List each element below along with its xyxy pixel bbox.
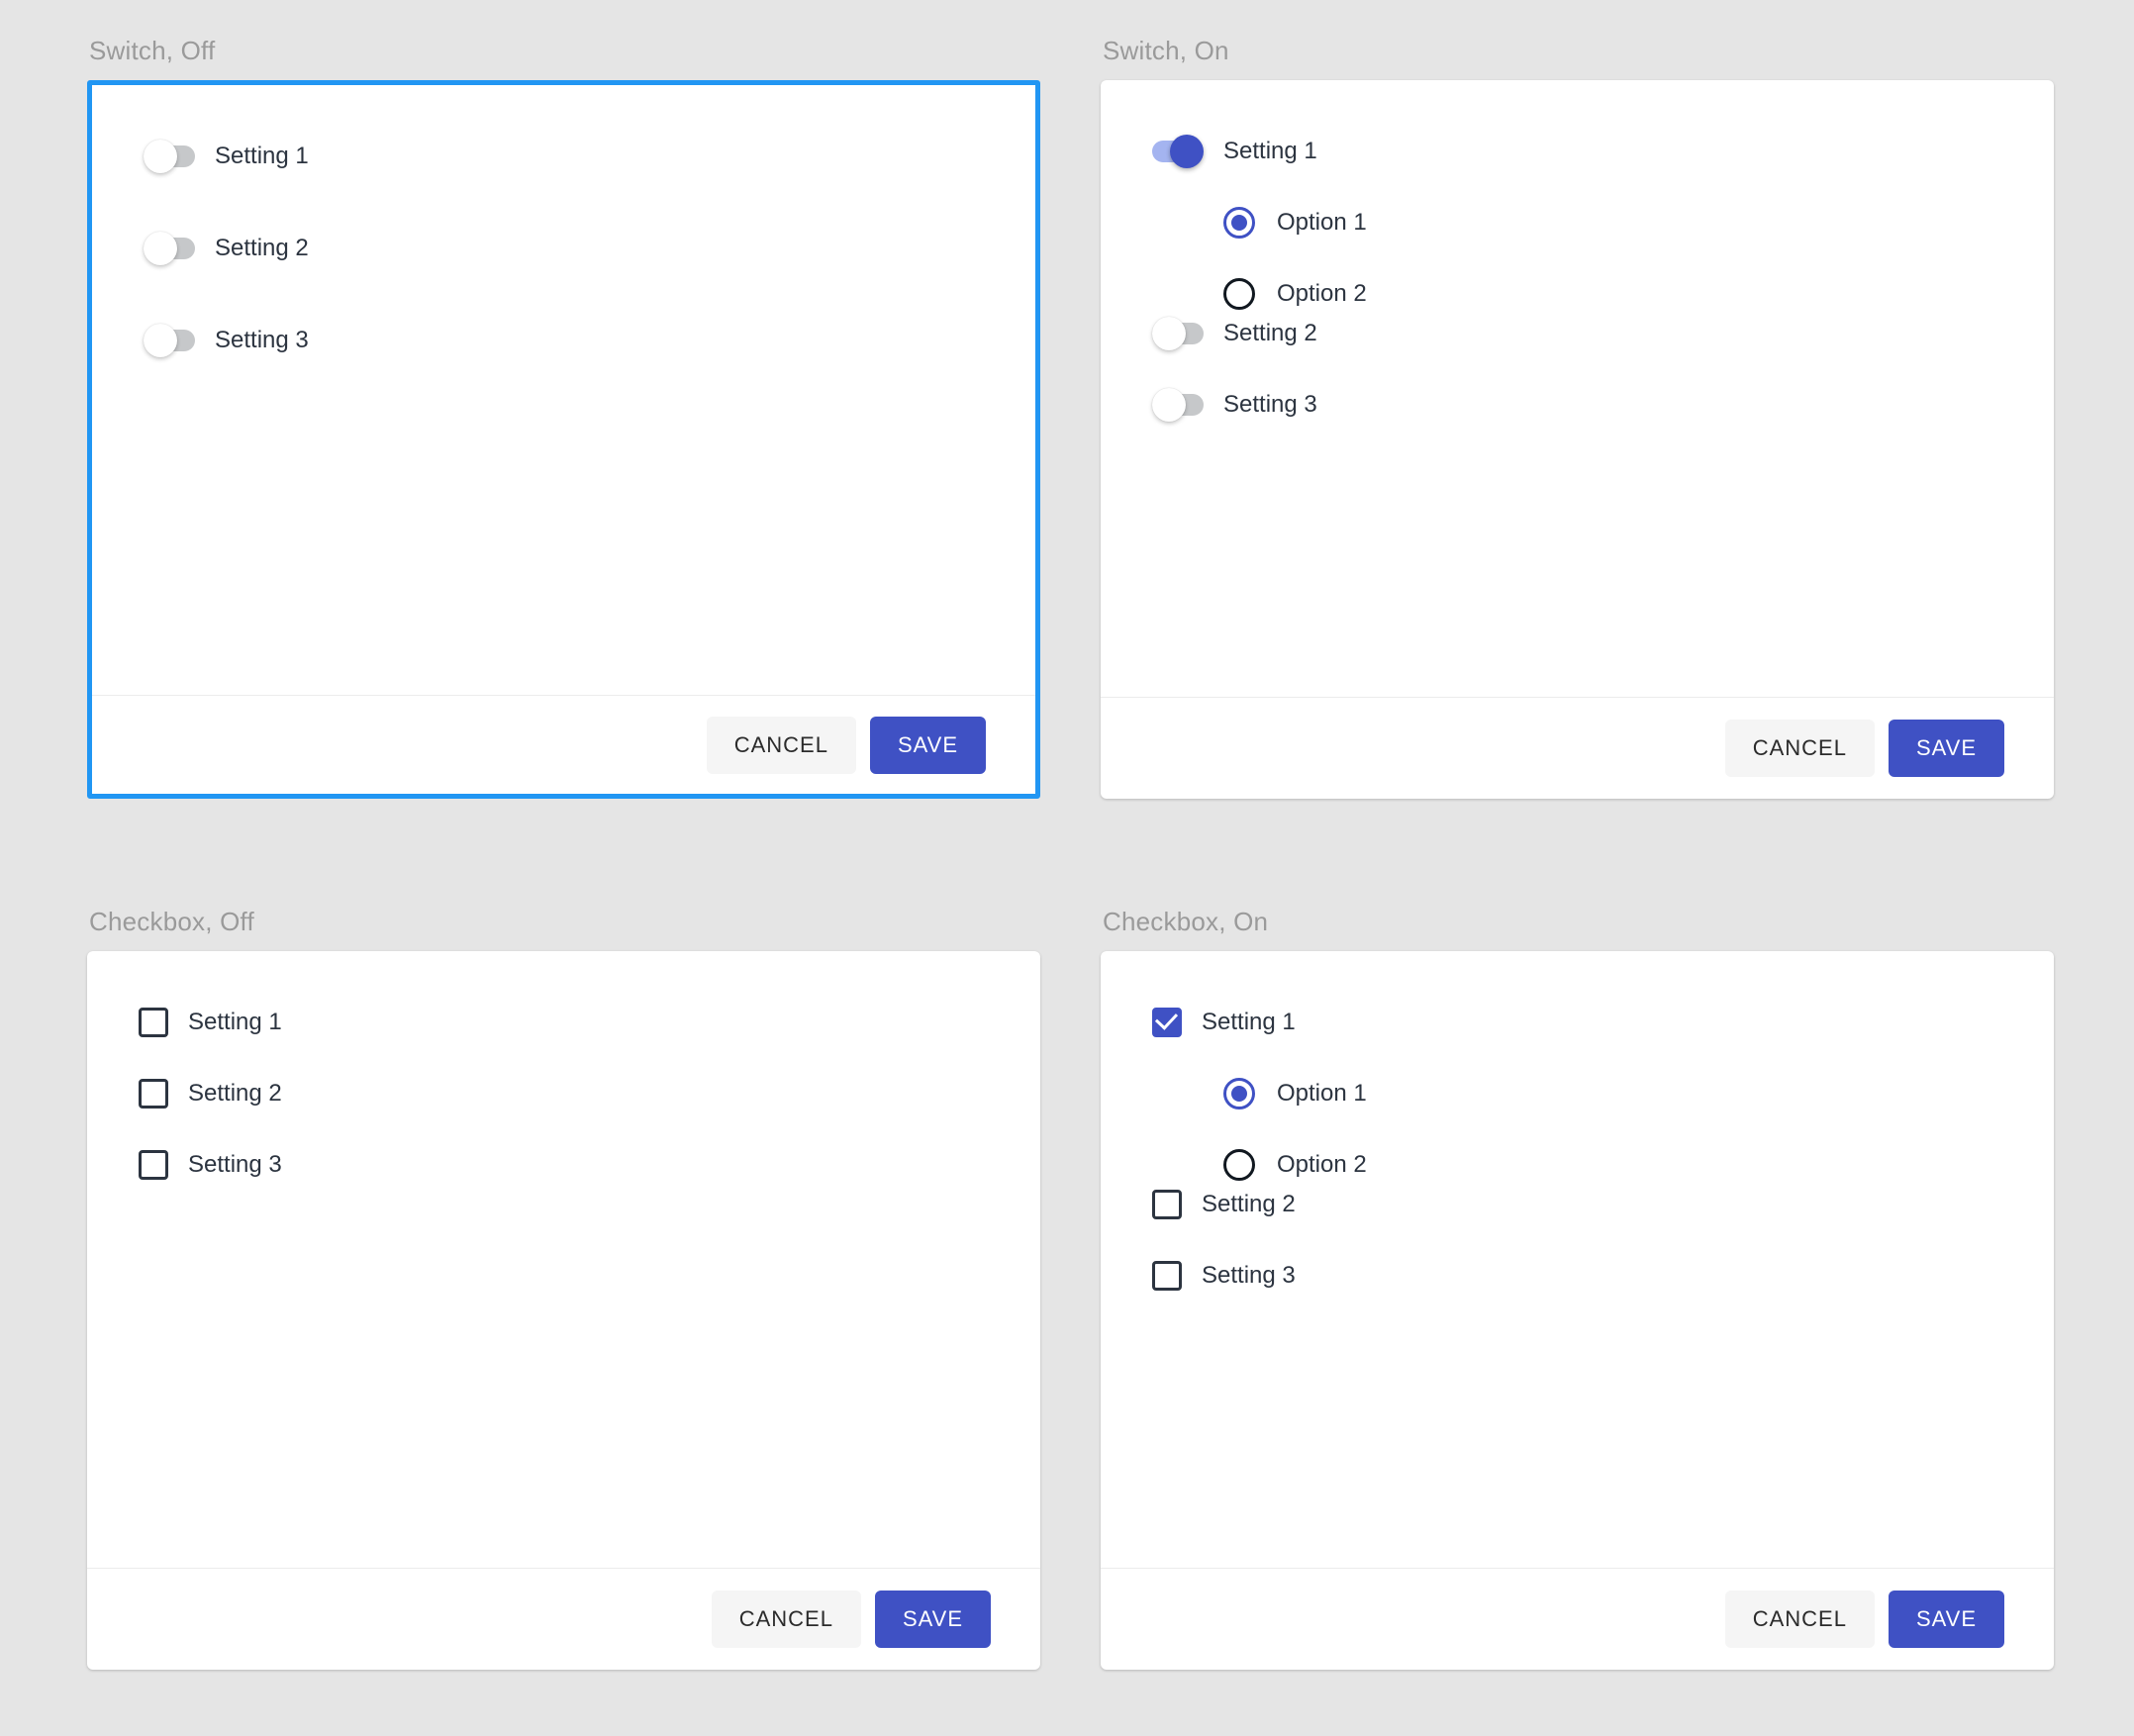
checkbox-row-label: Setting 1 [188,1009,282,1035]
switch-row-label: Setting 3 [1223,391,1317,418]
card-checkbox-off: Setting 1 Setting 2 Setting 3 CANCEL SAV… [87,951,1040,1670]
radio-row-label: Option 1 [1277,209,1367,236]
card-switch-on: Setting 1 Option 1 Option 2 Setting 2 Se… [1101,80,2054,799]
radio-row-option-2[interactable]: Option 2 [1223,274,2054,314]
settings-list-checkbox-off: Setting 1 Setting 2 Setting 3 [139,1003,1040,1185]
switch-thumb [1152,317,1186,350]
card-checkbox-on: Setting 1 Option 1 Option 2 Setting 2 Se… [1101,951,2054,1670]
switch-row-setting-1[interactable]: Setting 1 [144,137,1035,176]
save-button[interactable]: SAVE [1888,720,2004,777]
card-footer-switch-off: CANCEL SAVE [92,695,1035,794]
card-body-switch-on: Setting 1 Option 1 Option 2 Setting 2 Se… [1101,80,2054,697]
checkbox-checked-icon[interactable] [1152,1007,1182,1037]
switch-thumb [144,140,177,173]
radio-row-option-2[interactable]: Option 2 [1223,1145,2054,1185]
switch-toggle-icon[interactable] [144,140,195,173]
switch-toggle-icon[interactable] [1152,135,1204,168]
radio-unselected-icon[interactable] [1223,278,1255,310]
settings-list-switch-on: Setting 1 Option 1 Option 2 Setting 2 Se… [1152,132,2054,425]
checkbox-row-label: Setting 2 [1202,1191,1296,1217]
checkbox-unchecked-icon[interactable] [139,1079,168,1109]
radio-group-setting-1: Option 1 Option 2 [1152,203,2054,314]
radio-group-setting-1: Option 1 Option 2 [1152,1074,2054,1185]
checkbox-row-label: Setting 3 [1202,1262,1296,1289]
checkbox-unchecked-icon[interactable] [1152,1190,1182,1219]
switch-row-label: Setting 2 [1223,320,1317,346]
radio-dot [1231,1086,1247,1102]
panel-caption-switch-off: Switch, Off [89,36,216,65]
panel-caption-checkbox-off: Checkbox, Off [89,907,254,936]
switch-row-label: Setting 2 [215,235,309,261]
card-footer-checkbox-on: CANCEL SAVE [1101,1568,2054,1670]
switch-toggle-icon[interactable] [1152,388,1204,422]
checkbox-row-label: Setting 3 [188,1151,282,1178]
radio-selected-icon[interactable] [1223,207,1255,239]
switch-row-setting-3[interactable]: Setting 3 [144,321,1035,360]
card-switch-off: Setting 1 Setting 2 Setting 3 CANCEL SAV… [87,80,1040,799]
checkbox-row-setting-3[interactable]: Setting 3 [1152,1256,2054,1296]
radio-unselected-icon[interactable] [1223,1149,1255,1181]
switch-row-label: Setting 1 [1223,138,1317,164]
card-body-switch-off: Setting 1 Setting 2 Setting 3 [92,85,1035,695]
radio-row-option-1[interactable]: Option 1 [1223,1074,2054,1113]
panel-checkbox-off: Checkbox, Off Setting 1 Setting 2 Settin… [87,907,1040,1670]
card-footer-switch-on: CANCEL SAVE [1101,697,2054,799]
cancel-button[interactable]: CANCEL [1724,720,1875,777]
checkbox-unchecked-icon[interactable] [1152,1261,1182,1291]
panel-switch-on: Switch, On Setting 1 Option 1 Option 2 S… [1101,36,2054,799]
checkbox-row-setting-2[interactable]: Setting 2 [1152,1185,2054,1224]
checkbox-row-label: Setting 1 [1202,1009,1296,1035]
radio-dot [1231,215,1247,231]
radio-row-label: Option 2 [1277,1151,1367,1178]
switch-thumb [1170,135,1204,168]
panel-caption-switch-on: Switch, On [1103,36,1229,65]
save-button[interactable]: SAVE [874,1591,991,1648]
radio-row-label: Option 1 [1277,1080,1367,1107]
checkbox-row-setting-1[interactable]: Setting 1 [139,1003,1040,1042]
checkbox-row-setting-3[interactable]: Setting 3 [139,1145,1040,1185]
switch-toggle-icon[interactable] [144,324,195,357]
checkbox-unchecked-icon[interactable] [139,1150,168,1180]
checkbox-unchecked-icon[interactable] [139,1008,168,1037]
switch-row-setting-1[interactable]: Setting 1 [1152,132,2054,171]
screen: Switch, Off Setting 1 Setting 2 Setting … [0,0,2134,1736]
checkbox-row-setting-2[interactable]: Setting 2 [139,1074,1040,1113]
checkmark-icon [1154,1007,1179,1030]
save-button[interactable]: SAVE [869,716,986,774]
cancel-button[interactable]: CANCEL [711,1591,861,1648]
panel-caption-checkbox-on: Checkbox, On [1103,907,1269,936]
radio-row-label: Option 2 [1277,280,1367,307]
switch-toggle-icon[interactable] [1152,317,1204,350]
card-footer-checkbox-off: CANCEL SAVE [87,1568,1040,1670]
switch-row-setting-2[interactable]: Setting 2 [144,229,1035,268]
panel-switch-off: Switch, Off Setting 1 Setting 2 Setting … [87,36,1040,799]
card-body-checkbox-off: Setting 1 Setting 2 Setting 3 [87,951,1040,1568]
cancel-button[interactable]: CANCEL [706,716,856,774]
switch-row-setting-2[interactable]: Setting 2 [1152,314,2054,353]
switch-row-label: Setting 3 [215,327,309,353]
switch-toggle-icon[interactable] [144,232,195,265]
settings-list-switch-off: Setting 1 Setting 2 Setting 3 [144,137,1035,360]
settings-list-checkbox-on: Setting 1 Option 1 Option 2 Setting 2 Se… [1152,1003,2054,1296]
checkbox-row-label: Setting 2 [188,1080,282,1107]
card-body-checkbox-on: Setting 1 Option 1 Option 2 Setting 2 Se… [1101,951,2054,1568]
switch-row-setting-3[interactable]: Setting 3 [1152,385,2054,425]
switch-thumb [144,232,177,265]
checkbox-row-setting-1[interactable]: Setting 1 [1152,1003,2054,1042]
switch-thumb [1152,388,1186,422]
radio-row-option-1[interactable]: Option 1 [1223,203,2054,242]
radio-selected-icon[interactable] [1223,1078,1255,1109]
switch-row-label: Setting 1 [215,143,309,169]
switch-thumb [144,324,177,357]
save-button[interactable]: SAVE [1888,1591,2004,1648]
cancel-button[interactable]: CANCEL [1724,1591,1875,1648]
panel-checkbox-on: Checkbox, On Setting 1 Option 1 Option 2… [1101,907,2054,1670]
